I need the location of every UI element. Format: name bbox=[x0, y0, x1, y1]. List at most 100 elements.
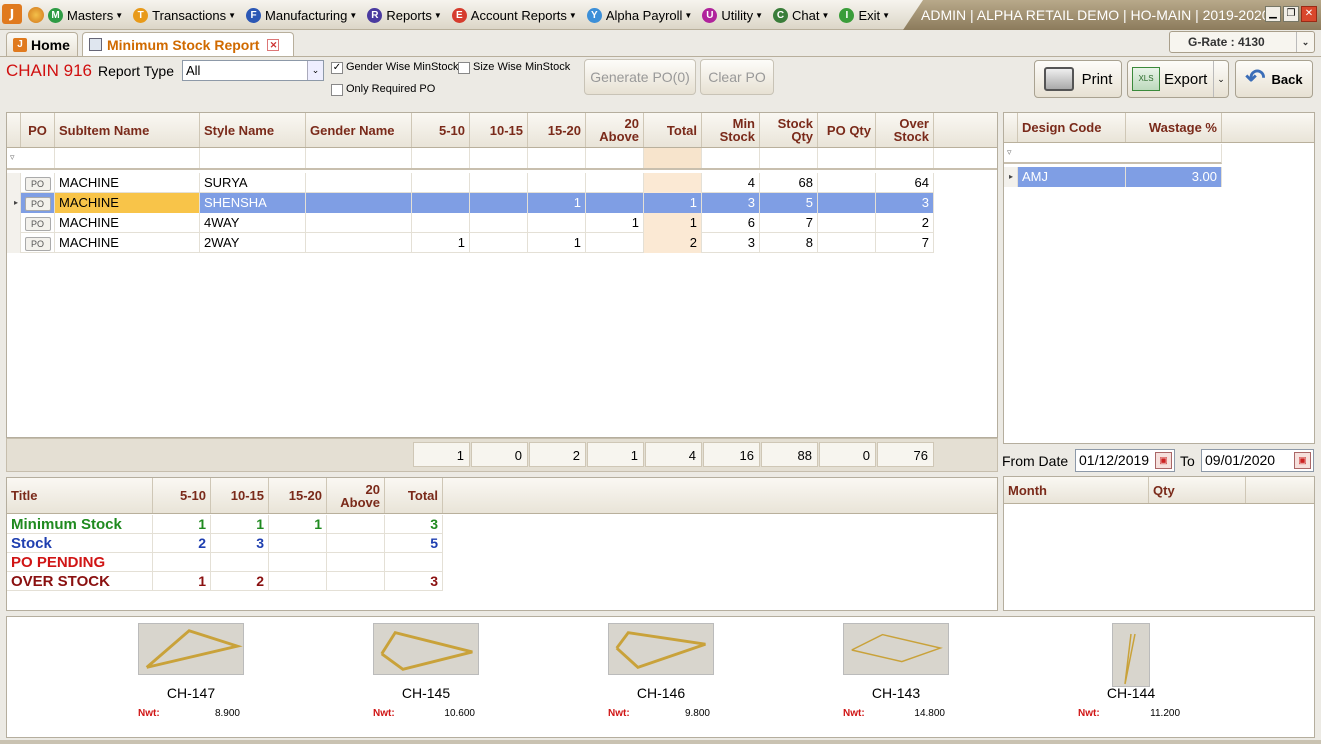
col-20-above[interactable]: 20 Above bbox=[327, 478, 385, 513]
col-20-above[interactable]: 20 Above bbox=[586, 113, 644, 147]
menu-alpha-payroll[interactable]: Y Alpha Payroll ▼ bbox=[586, 7, 692, 23]
style-cell[interactable]: 4WAY bbox=[200, 213, 306, 233]
c1520-cell[interactable]: 1 bbox=[528, 193, 586, 213]
total-cell[interactable] bbox=[644, 173, 702, 193]
c1520-cell[interactable] bbox=[528, 173, 586, 193]
table-row[interactable]: PO MACHINE 2WAY 1 1 2 3 8 7 bbox=[7, 233, 934, 253]
close-icon[interactable]: ✕ bbox=[1301, 6, 1317, 22]
design-grid-filter-row[interactable]: ▿ bbox=[1004, 144, 1222, 164]
c1015-cell[interactable] bbox=[470, 213, 528, 233]
table-row[interactable]: PO MACHINE SURYA 4 68 64 bbox=[7, 173, 934, 193]
c1015-cell[interactable] bbox=[470, 233, 528, 253]
calendar-icon[interactable]: ▣ bbox=[1155, 452, 1172, 469]
clear-po-button[interactable]: Clear PO bbox=[700, 59, 774, 95]
subitem-cell[interactable]: MACHINE bbox=[55, 193, 200, 213]
menu-account-reports[interactable]: E Account Reports ▼ bbox=[451, 7, 577, 23]
c1015-cell[interactable] bbox=[470, 193, 528, 213]
col-design-code[interactable]: Design Code bbox=[1018, 113, 1126, 142]
stock-cell[interactable]: 5 bbox=[760, 193, 818, 213]
wastage-cell[interactable]: 3.00 bbox=[1126, 167, 1222, 187]
total-cell[interactable]: 2 bbox=[644, 233, 702, 253]
col-po[interactable]: PO bbox=[21, 113, 55, 147]
design-image[interactable] bbox=[608, 623, 714, 675]
stock-cell[interactable]: 8 bbox=[760, 233, 818, 253]
only-required-po-checkbox[interactable] bbox=[331, 84, 343, 96]
generate-po-button[interactable]: Generate PO(0) bbox=[584, 59, 696, 95]
po-cell[interactable]: PO bbox=[21, 233, 55, 253]
col-5-10[interactable]: 5-10 bbox=[412, 113, 470, 147]
gender-cell[interactable] bbox=[306, 233, 412, 253]
style-cell[interactable]: SURYA bbox=[200, 173, 306, 193]
calendar-icon[interactable]: ▣ bbox=[1294, 452, 1311, 469]
design-code-cell[interactable]: AMJ bbox=[1018, 167, 1126, 187]
subitem-cell[interactable]: MACHINE bbox=[55, 173, 200, 193]
po-cell[interactable]: PO bbox=[21, 213, 55, 233]
design-image[interactable] bbox=[1112, 623, 1150, 687]
gender-cell[interactable] bbox=[306, 213, 412, 233]
menu-utility[interactable]: U Utility ▼ bbox=[702, 7, 763, 23]
filter-cell[interactable] bbox=[470, 148, 528, 168]
filter-cell[interactable] bbox=[702, 148, 760, 168]
col-gender-name[interactable]: Gender Name bbox=[306, 113, 412, 147]
min-cell[interactable]: 3 bbox=[702, 233, 760, 253]
over-cell[interactable]: 2 bbox=[876, 213, 934, 233]
quick-access-icon[interactable] bbox=[28, 7, 44, 23]
po-button[interactable]: PO bbox=[24, 196, 51, 211]
menu-masters[interactable]: M Masters ▼ bbox=[48, 7, 123, 23]
tab-minimum-stock-report[interactable]: Minimum Stock Report ✕ bbox=[82, 32, 294, 56]
stock-cell[interactable]: 7 bbox=[760, 213, 818, 233]
c1520-cell[interactable] bbox=[528, 213, 586, 233]
col-10-15[interactable]: 10-15 bbox=[211, 478, 269, 513]
poqty-cell[interactable] bbox=[818, 193, 876, 213]
filter-cell[interactable] bbox=[200, 148, 306, 168]
menu-exit[interactable]: I Exit ▼ bbox=[839, 7, 890, 23]
menu-transactions[interactable]: T Transactions ▼ bbox=[133, 7, 236, 23]
total-cell[interactable]: 1 bbox=[644, 193, 702, 213]
menu-manufacturing[interactable]: F Manufacturing ▼ bbox=[246, 7, 357, 23]
c510-cell[interactable] bbox=[412, 213, 470, 233]
filter-cell[interactable] bbox=[55, 148, 200, 168]
min-cell[interactable]: 3 bbox=[702, 193, 760, 213]
menu-reports[interactable]: R Reports ▼ bbox=[367, 7, 442, 23]
po-button[interactable]: PO bbox=[24, 176, 51, 191]
filter-cell[interactable] bbox=[412, 148, 470, 168]
gender-cell[interactable] bbox=[306, 173, 412, 193]
print-button[interactable]: Print bbox=[1034, 60, 1122, 98]
col-5-10[interactable]: 5-10 bbox=[153, 478, 211, 513]
filter-cell[interactable] bbox=[876, 148, 934, 168]
filter-cell[interactable] bbox=[586, 148, 644, 168]
col-over-stock[interactable]: Over Stock bbox=[876, 113, 934, 147]
poqty-cell[interactable] bbox=[818, 173, 876, 193]
filter-cell[interactable] bbox=[644, 148, 702, 168]
po-button[interactable]: PO bbox=[24, 236, 51, 251]
col-15-20[interactable]: 15-20 bbox=[269, 478, 327, 513]
from-date-input[interactable]: 01/12/2019 ▣ bbox=[1075, 449, 1175, 472]
g-rate-select[interactable]: G-Rate : 4130 ⌄ bbox=[1169, 31, 1315, 53]
min-cell[interactable]: 4 bbox=[702, 173, 760, 193]
design-image[interactable] bbox=[373, 623, 479, 675]
col-po-qty[interactable]: PO Qty bbox=[818, 113, 876, 147]
c20-cell[interactable] bbox=[586, 193, 644, 213]
col-total[interactable]: Total bbox=[385, 478, 443, 513]
col-10-15[interactable]: 10-15 bbox=[470, 113, 528, 147]
c20-cell[interactable]: 1 bbox=[586, 213, 644, 233]
c510-cell[interactable] bbox=[412, 173, 470, 193]
export-button[interactable]: XLS Export ⌄ bbox=[1127, 60, 1229, 98]
col-subitem-name[interactable]: SubItem Name bbox=[55, 113, 200, 147]
poqty-cell[interactable] bbox=[818, 233, 876, 253]
size-wise-checkbox[interactable] bbox=[458, 62, 470, 74]
col-total[interactable]: Total bbox=[644, 113, 702, 147]
design-image[interactable] bbox=[138, 623, 244, 675]
report-type-select[interactable]: All ⌄ bbox=[182, 60, 324, 81]
gender-cell[interactable] bbox=[306, 193, 412, 213]
col-qty[interactable]: Qty bbox=[1149, 477, 1246, 503]
tab-close-icon[interactable]: ✕ bbox=[267, 38, 280, 51]
col-wastage[interactable]: Wastage % bbox=[1126, 113, 1222, 142]
filter-cell[interactable] bbox=[21, 148, 55, 168]
c20-cell[interactable] bbox=[586, 173, 644, 193]
filter-cell[interactable] bbox=[818, 148, 876, 168]
over-cell[interactable]: 7 bbox=[876, 233, 934, 253]
table-row[interactable]: ▸ AMJ 3.00 bbox=[1004, 167, 1222, 187]
to-date-input[interactable]: 09/01/2020 ▣ bbox=[1201, 449, 1314, 472]
maximize-icon[interactable]: ❐ bbox=[1283, 6, 1299, 22]
